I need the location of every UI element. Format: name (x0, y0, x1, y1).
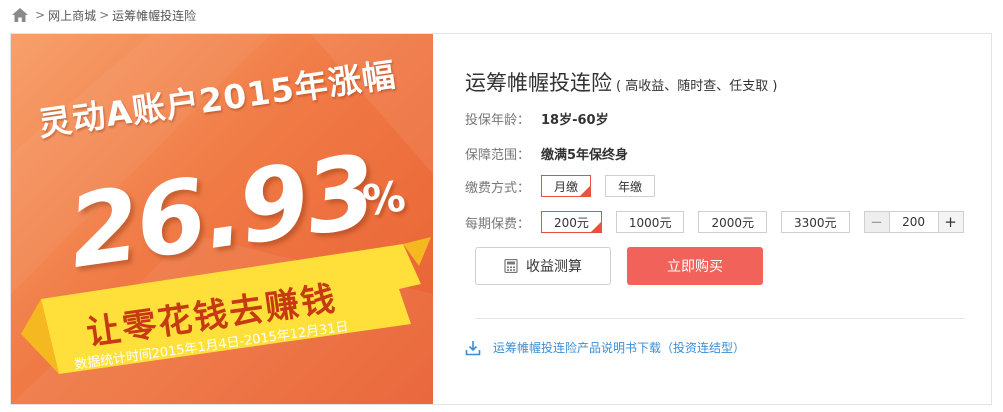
premium-row: 每期保费： 200元 ✓ 1000元 2000元 3300元 − 200 + (465, 211, 964, 233)
download-icon (465, 340, 481, 355)
promo-banner: 灵动A账户2015年涨幅 26.93 % 让零花钱去赚钱 数据统计时间2015年… (11, 34, 433, 404)
pay-method-yearly-label: 年缴 (618, 180, 643, 194)
breadcrumb-link-mall[interactable]: 网上商城 (48, 7, 96, 24)
pay-method-label: 缴费方式： (465, 180, 531, 196)
divider (475, 318, 965, 319)
product-card: 灵动A账户2015年涨幅 26.93 % 让零花钱去赚钱 数据统计时间2015年… (10, 33, 992, 405)
age-row: 投保年龄： 18岁-60岁 (465, 109, 609, 128)
breadcrumb: > 网上商城 > 运筹帷幄投连险 (12, 6, 196, 24)
premium-option-2000[interactable]: 2000元 (698, 211, 767, 233)
age-value: 18岁-60岁 (541, 113, 609, 128)
age-label: 投保年龄： (465, 113, 531, 128)
pay-method-monthly-label: 月缴 (554, 180, 579, 194)
product-title-row: 运筹帷幄投连险 ( 高收益、随时查、任支取 ) (465, 67, 777, 97)
premium-option-label: 1000元 (628, 216, 672, 230)
banner-rate-unit: % (359, 171, 409, 226)
breadcrumb-separator: > (35, 8, 46, 22)
product-title: 运筹帷幄投连险 (465, 71, 612, 95)
coverage-value: 缴满5年保终身 (541, 148, 629, 163)
pay-method-row: 缴费方式： 月缴 ✓ 年缴 (465, 175, 669, 197)
home-icon[interactable] (12, 8, 28, 22)
premium-stepper: − 200 + (863, 211, 964, 233)
premium-option-200[interactable]: 200元 ✓ (541, 211, 602, 233)
calculator-icon (504, 259, 518, 273)
premium-option-label: 2000元 (711, 216, 754, 230)
stepper-minus-button[interactable]: − (864, 212, 889, 232)
coverage-row: 保障范围： 缴满5年保终身 (465, 144, 628, 163)
product-info: 运筹帷幄投连险 ( 高收益、随时查、任支取 ) 投保年龄： 18岁-60岁 保障… (465, 34, 985, 404)
calc-button[interactable]: 收益测算 (475, 247, 611, 285)
breadcrumb-current: 运筹帷幄投连险 (112, 8, 197, 23)
product-subtitle: ( 高收益、随时查、任支取 ) (616, 79, 778, 94)
premium-option-label: 200元 (554, 216, 589, 230)
download-link[interactable]: 运筹帷幄投连险产品说明书下载（投资连结型） (465, 339, 745, 356)
buy-button[interactable]: 立即购买 (627, 247, 763, 285)
calc-button-label: 收益测算 (526, 259, 582, 275)
premium-option-3300[interactable]: 3300元 (781, 211, 850, 233)
check-icon: ✓ (594, 219, 601, 228)
coverage-label: 保障范围： (465, 148, 531, 163)
premium-label: 每期保费： (465, 216, 531, 232)
premium-option-label: 3300元 (794, 216, 837, 230)
pay-method-yearly[interactable]: 年缴 (605, 175, 656, 197)
buy-button-label: 立即购买 (667, 259, 723, 275)
premium-option-1000[interactable]: 1000元 (615, 211, 685, 233)
stepper-plus-button[interactable]: + (938, 212, 963, 232)
breadcrumb-separator: > (99, 8, 110, 22)
stepper-value-input[interactable]: 200 (888, 212, 939, 232)
download-link-label: 运筹帷幄投连险产品说明书下载（投资连结型） (493, 341, 746, 355)
pay-method-monthly[interactable]: 月缴 ✓ (541, 175, 592, 197)
check-icon: ✓ (583, 183, 591, 192)
